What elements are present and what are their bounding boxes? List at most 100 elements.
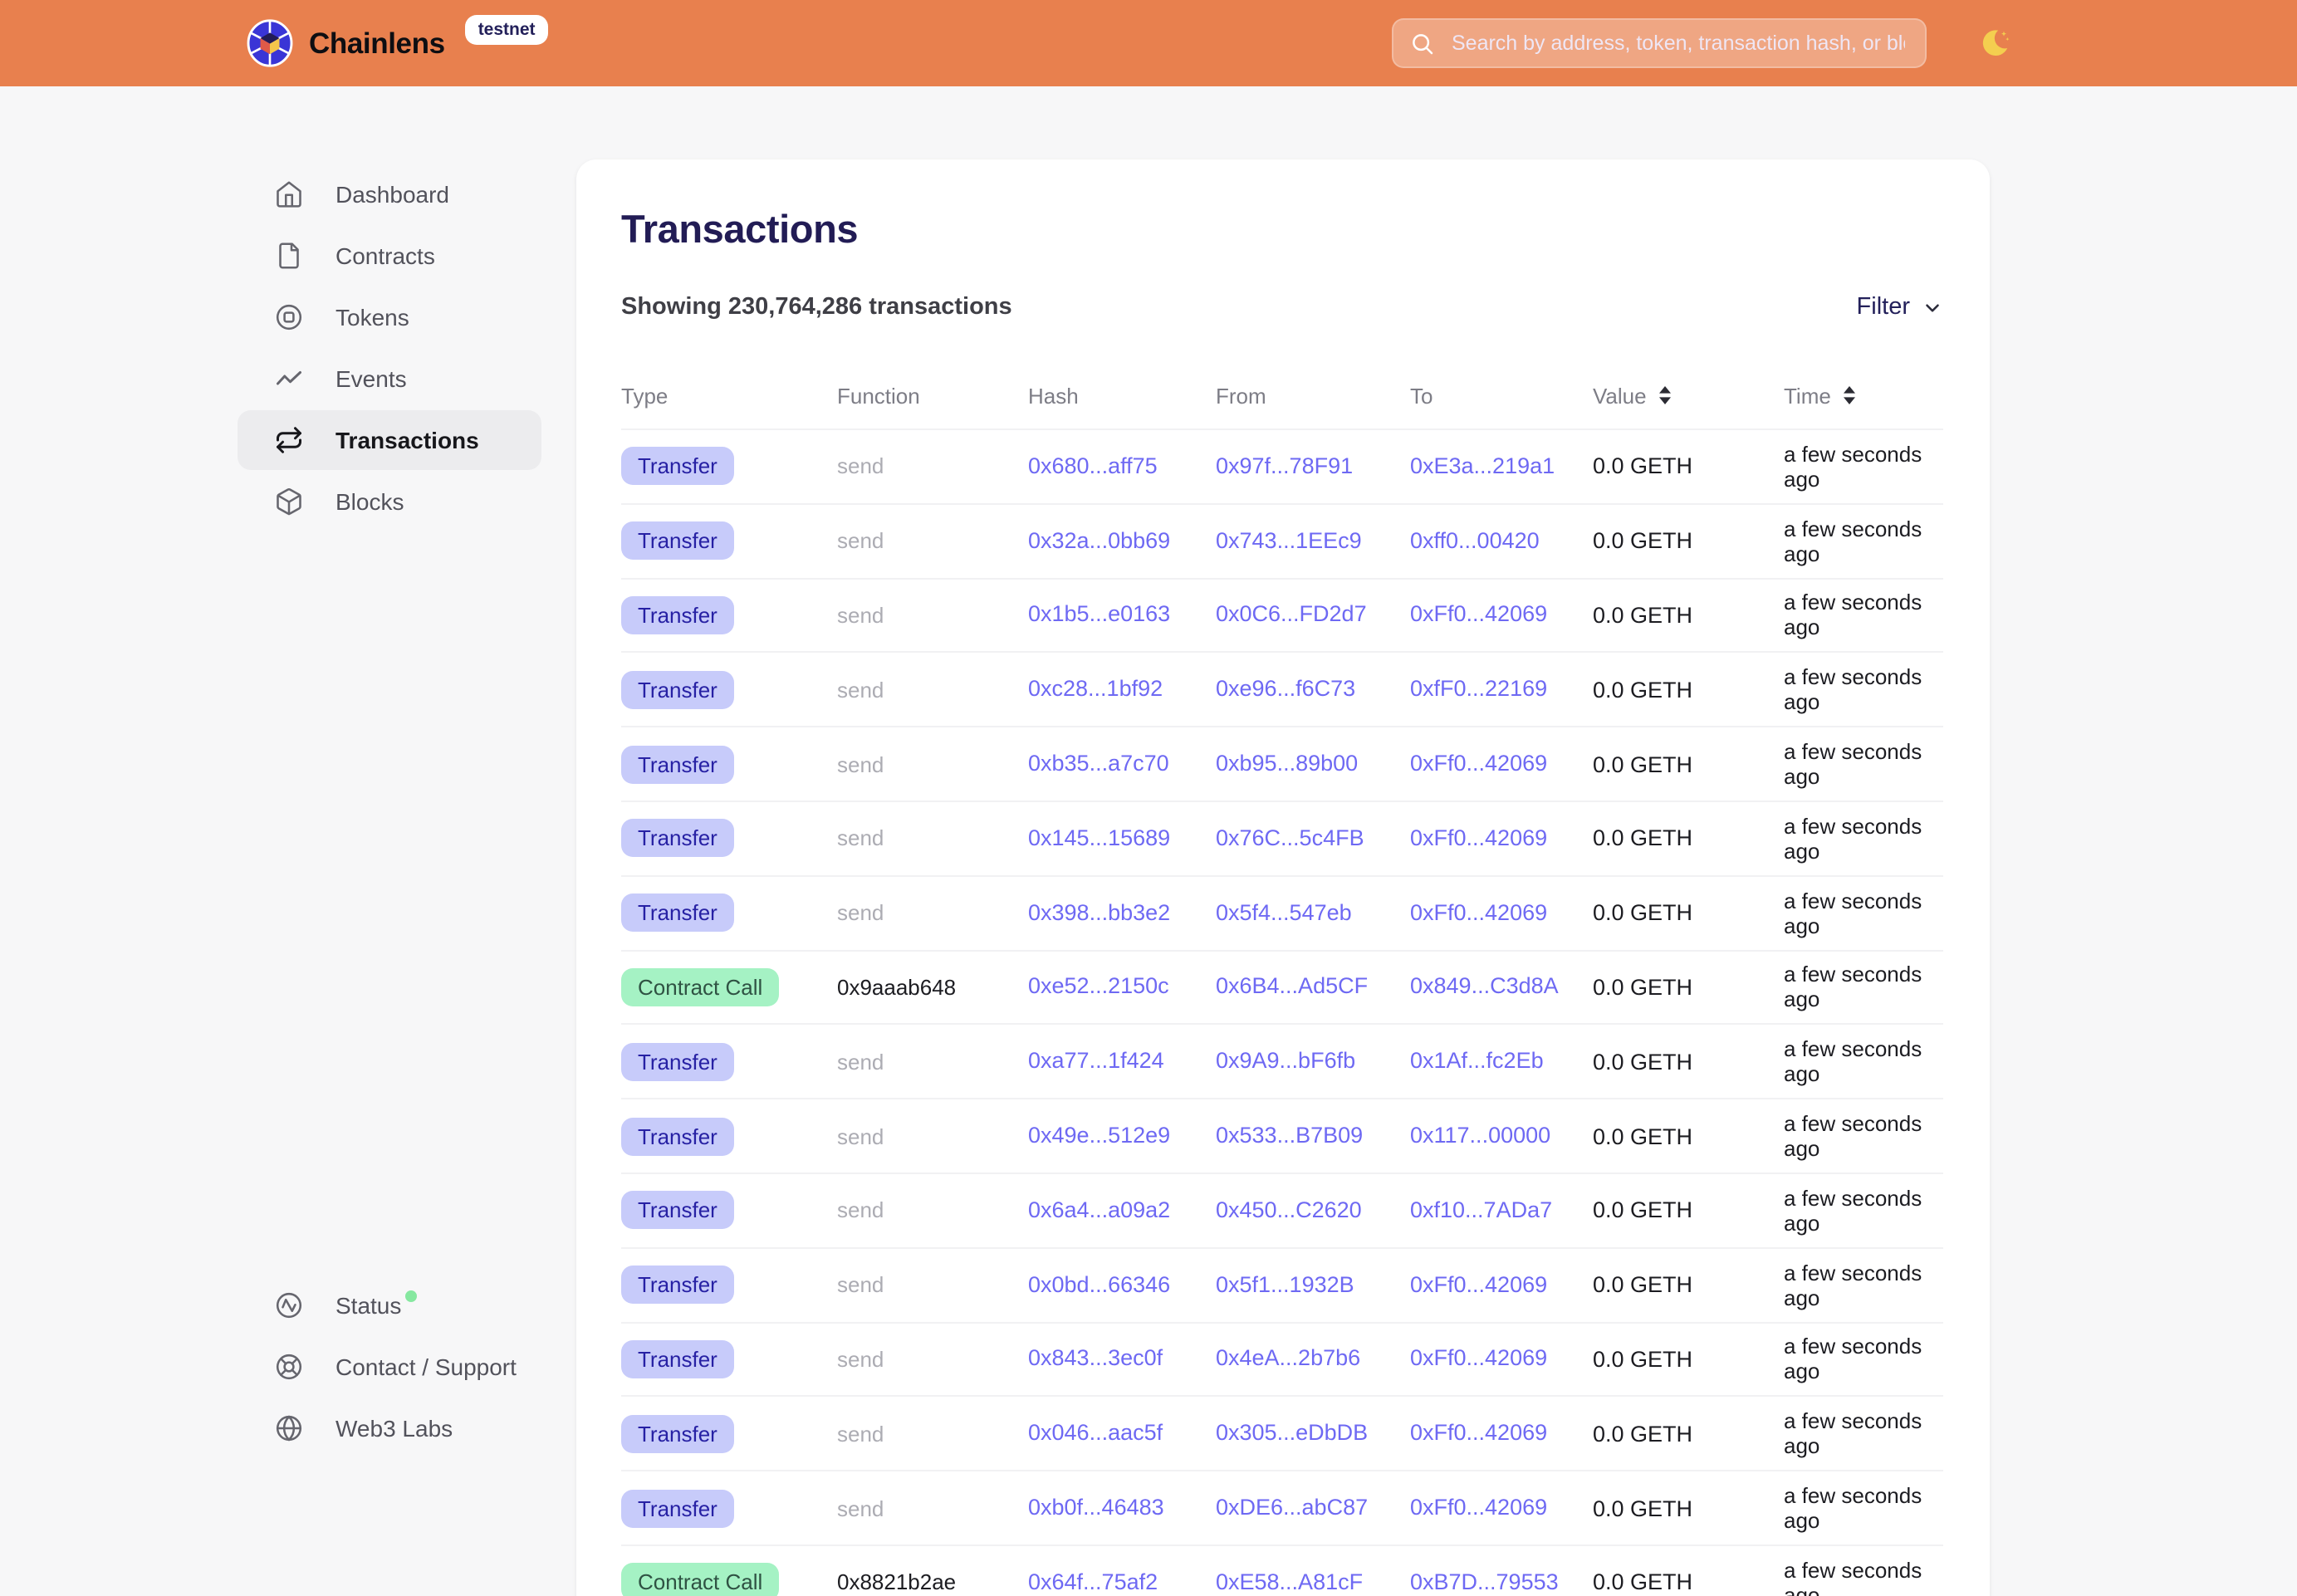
tx-function: send <box>837 528 1028 553</box>
table-row: Transfer send 0x6a4...a09a2 0x450...C262… <box>621 1174 1943 1249</box>
tx-time: a few seconds ago <box>1784 1334 1943 1384</box>
tx-type-badge: Transfer <box>621 820 734 858</box>
tx-type-badge: Transfer <box>621 745 734 783</box>
tx-type-badge: Transfer <box>621 893 734 932</box>
tx-time: a few seconds ago <box>1784 1037 1943 1087</box>
tx-from-link[interactable]: 0x76C...5c4FB <box>1216 825 1364 850</box>
tx-hash-link[interactable]: 0x6a4...a09a2 <box>1028 1197 1170 1222</box>
tx-to-link[interactable]: 0xff0...00420 <box>1410 527 1540 552</box>
transactions-count-summary: Showing 230,764,286 transactions <box>621 294 1012 321</box>
tx-hash-link[interactable]: 0x145...15689 <box>1028 825 1170 850</box>
tx-to-link[interactable]: 0xB7D...79553 <box>1410 1569 1559 1594</box>
tx-hash-link[interactable]: 0xe52...2150c <box>1028 974 1169 999</box>
chainlens-logo-icon <box>246 18 294 68</box>
sidebar-item-status[interactable]: Status <box>238 1275 541 1335</box>
tx-from-link[interactable]: 0xb95...89b00 <box>1216 751 1358 776</box>
tx-function: send <box>837 1496 1028 1520</box>
column-header-time-sortable[interactable]: Time <box>1784 383 1943 408</box>
sidebar-item-transactions[interactable]: Transactions <box>238 410 541 470</box>
tx-to-link[interactable]: 0xFf0...42069 <box>1410 1421 1547 1446</box>
tx-from-link[interactable]: 0x0C6...FD2d7 <box>1216 602 1367 627</box>
chainlens-explorer: Chainlens testnet <box>0 0 2297 1596</box>
tx-hash-link[interactable]: 0x1b5...e0163 <box>1028 602 1170 627</box>
global-search[interactable] <box>1392 18 1927 68</box>
sidebar-item-blocks[interactable]: Blocks <box>238 472 541 531</box>
column-header-from: From <box>1216 383 1410 408</box>
tx-hash-link[interactable]: 0xa77...1f424 <box>1028 1049 1164 1074</box>
tx-from-link[interactable]: 0x4eA...2b7b6 <box>1216 1346 1360 1371</box>
tx-to-link[interactable]: 0xFf0...42069 <box>1410 825 1547 850</box>
sidebar-item-web3-labs[interactable]: Web3 Labs <box>238 1398 541 1458</box>
sidebar-item-dashboard[interactable]: Dashboard <box>238 164 541 224</box>
tx-hash-link[interactable]: 0x0bd...66346 <box>1028 1271 1170 1296</box>
table-row: Transfer send 0xa77...1f424 0x9A9...bF6f… <box>621 1026 1943 1100</box>
tx-from-link[interactable]: 0xe96...f6C73 <box>1216 677 1355 702</box>
search-input[interactable] <box>1448 30 1908 56</box>
sidebar-footer: Status Contact / Support Web3 Labs <box>238 1275 541 1458</box>
tx-from-link[interactable]: 0x5f1...1932B <box>1216 1271 1354 1296</box>
status-online-dot <box>404 1290 416 1302</box>
tx-to-link[interactable]: 0xFf0...42069 <box>1410 1271 1547 1296</box>
tx-from-link[interactable]: 0x9A9...bF6fb <box>1216 1049 1355 1074</box>
tx-to-link[interactable]: 0xf10...7ADa7 <box>1410 1197 1552 1222</box>
filter-button[interactable]: Filter <box>1857 294 1943 321</box>
tx-function: send <box>837 454 1028 479</box>
tx-time: a few seconds ago <box>1784 739 1943 789</box>
tx-to-link[interactable]: 0xFf0...42069 <box>1410 751 1547 776</box>
tx-to-link[interactable]: 0x1Af...fc2Eb <box>1410 1049 1544 1074</box>
table-row: Contract Call 0x9aaab648 0xe52...2150c 0… <box>621 951 1943 1026</box>
tx-hash-link[interactable]: 0x64f...75af2 <box>1028 1569 1158 1594</box>
tx-to-link[interactable]: 0x117...00000 <box>1410 1123 1550 1148</box>
tx-to-link[interactable]: 0xfF0...22169 <box>1410 677 1547 702</box>
sidebar-item-contracts[interactable]: Contracts <box>238 226 541 286</box>
tx-hash-link[interactable]: 0xb35...a7c70 <box>1028 751 1169 776</box>
tx-hash-link[interactable]: 0xb0f...46483 <box>1028 1495 1164 1520</box>
sidebar-item-label: Contact / Support <box>335 1354 517 1380</box>
tx-type-badge: Transfer <box>621 1043 734 1081</box>
tx-to-link[interactable]: 0xFf0...42069 <box>1410 1495 1547 1520</box>
tx-to-link[interactable]: 0xE3a...219a1 <box>1410 453 1555 478</box>
tx-from-link[interactable]: 0x97f...78F91 <box>1216 453 1353 478</box>
tx-type-badge: Transfer <box>621 1117 734 1155</box>
tx-from-link[interactable]: 0x533...B7B09 <box>1216 1123 1363 1148</box>
sidebar-item-events[interactable]: Events <box>238 349 541 409</box>
tx-from-link[interactable]: 0x5f4...547eb <box>1216 899 1352 924</box>
tx-time: a few seconds ago <box>1784 1483 1943 1533</box>
tx-hash-link[interactable]: 0x49e...512e9 <box>1028 1123 1170 1148</box>
brand-logo-home-link[interactable]: Chainlens <box>246 18 445 68</box>
moon-icon[interactable] <box>1978 27 2011 60</box>
tx-to-link[interactable]: 0xFf0...42069 <box>1410 602 1547 627</box>
column-header-value-sortable[interactable]: Value <box>1593 383 1784 408</box>
tx-type-badge: Transfer <box>621 671 734 709</box>
tx-time: a few seconds ago <box>1784 1409 1943 1459</box>
tx-hash-link[interactable]: 0xc28...1bf92 <box>1028 677 1163 702</box>
tx-from-link[interactable]: 0x743...1EEc9 <box>1216 527 1362 552</box>
tx-function: send <box>837 751 1028 776</box>
tx-to-link[interactable]: 0x849...C3d8A <box>1410 974 1559 999</box>
sidebar-item-contact-support[interactable]: Contact / Support <box>238 1337 541 1397</box>
search-icon <box>1410 31 1435 56</box>
tx-value: 0.0 GETH <box>1593 454 1784 479</box>
tx-from-link[interactable]: 0xE58...A81cF <box>1216 1569 1363 1594</box>
tx-to-link[interactable]: 0xFf0...42069 <box>1410 899 1547 924</box>
table-row: Transfer send 0x046...aac5f 0x305...eDbD… <box>621 1398 1943 1472</box>
tx-time: a few seconds ago <box>1784 442 1943 492</box>
tx-time: a few seconds ago <box>1784 1558 1943 1596</box>
tx-value: 0.0 GETH <box>1593 1272 1784 1297</box>
sidebar-item-tokens[interactable]: Tokens <box>238 287 541 347</box>
tx-from-link[interactable]: 0xDE6...abC87 <box>1216 1495 1368 1520</box>
tx-hash-link[interactable]: 0x398...bb3e2 <box>1028 899 1170 924</box>
trend-icon <box>274 364 304 394</box>
table-row: Transfer send 0x1b5...e0163 0x0C6...FD2d… <box>621 579 1943 654</box>
tx-from-link[interactable]: 0x6B4...Ad5CF <box>1216 974 1368 999</box>
tx-hash-link[interactable]: 0x046...aac5f <box>1028 1421 1163 1446</box>
tx-hash-link[interactable]: 0x843...3ec0f <box>1028 1346 1163 1371</box>
tx-to-link[interactable]: 0xFf0...42069 <box>1410 1346 1547 1371</box>
tx-time: a few seconds ago <box>1784 665 1943 715</box>
tx-from-link[interactable]: 0x305...eDbDB <box>1216 1421 1368 1446</box>
tx-function: send <box>837 1422 1028 1447</box>
tx-from-link[interactable]: 0x450...C2620 <box>1216 1197 1362 1222</box>
chevron-down-icon <box>1922 296 1943 318</box>
tx-hash-link[interactable]: 0x32a...0bb69 <box>1028 527 1170 552</box>
tx-hash-link[interactable]: 0x680...aff75 <box>1028 453 1158 478</box>
